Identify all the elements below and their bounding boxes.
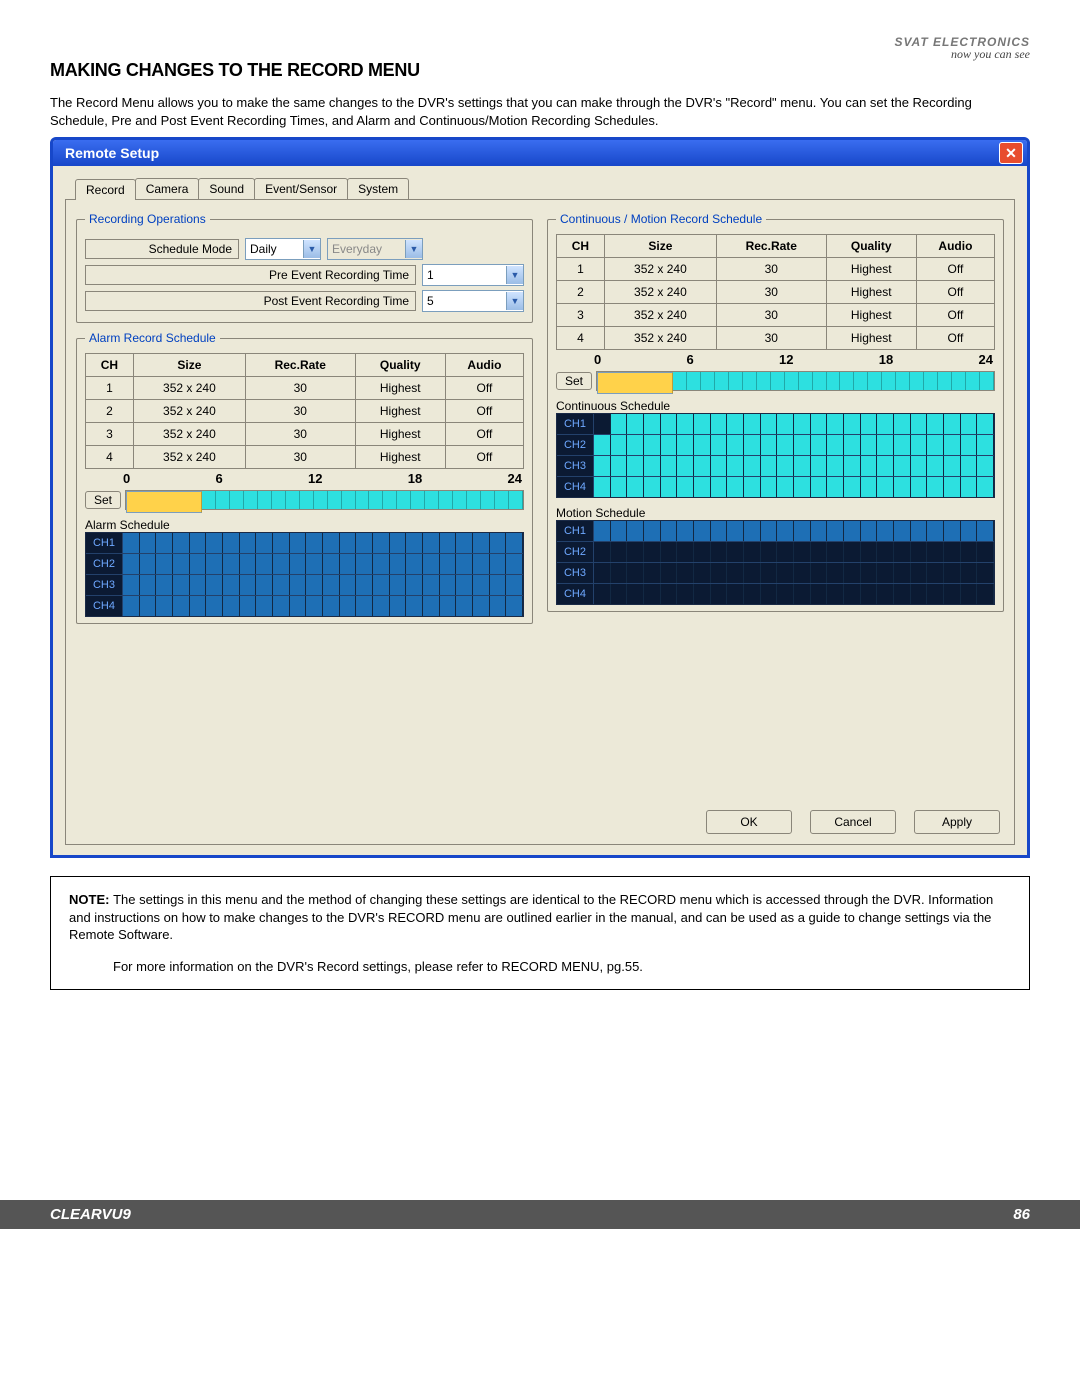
channel-label: CH2 [557,435,594,455]
table-row[interactable]: 2352 x 24030HighestOff [86,400,524,423]
alarm-table: CHSizeRec.RateQualityAudio1352 x 24030Hi… [85,353,524,469]
channel-label: CH4 [557,584,594,604]
note-p2: For more information on the DVR's Record… [113,958,1011,976]
alarm-schedule-legend: Alarm Record Schedule [85,331,220,345]
channel-label: CH2 [86,554,123,574]
window-title: Remote Setup [57,145,159,161]
continuous-ticks: 06121824 [556,350,995,369]
continuous-set-bar[interactable] [596,371,995,391]
table-header: Size [133,354,245,377]
cancel-button[interactable]: Cancel [810,810,896,834]
table-header: CH [86,354,134,377]
continuous-schedule-grid[interactable]: CH1CH2CH3CH4 [556,413,995,498]
tab-panel: Recording Operations Schedule Mode Daily… [65,199,1015,845]
table-row[interactable]: 1352 x 24030HighestOff [86,377,524,400]
table-header: Rec.Rate [245,354,355,377]
note-p1: The settings in this menu and the method… [69,892,993,942]
table-header: Quality [355,354,445,377]
tab-system[interactable]: System [347,178,409,199]
intro-text: The Record Menu allows you to make the s… [50,94,1030,129]
alarm-set-bar[interactable] [125,490,524,510]
motion-schedule-sublabel: Motion Schedule [556,506,995,520]
post-event-label: Post Event Recording Time [85,291,416,311]
table-header: Size [604,235,716,258]
alarm-set-button[interactable]: Set [85,491,121,509]
tab-camera[interactable]: Camera [135,178,200,199]
channel-label: CH4 [557,477,594,497]
motion-schedule-grid[interactable]: CH1CH2CH3CH4 [556,520,995,605]
chevron-down-icon: ▼ [405,240,422,258]
table-row[interactable]: 3352 x 24030HighestOff [557,304,995,327]
channel-label: CH1 [86,533,123,553]
continuous-schedule-sublabel: Continuous Schedule [556,399,995,413]
alarm-ticks: 06121824 [85,469,524,488]
table-row[interactable]: 4352 x 24030HighestOff [557,327,995,350]
brand-block: SVAT ELECTRONICS now you can see [894,35,1030,62]
post-event-select[interactable]: 5▼ [422,290,524,312]
schedule-mode-select[interactable]: Daily▼ [245,238,321,260]
table-row[interactable]: 4352 x 24030HighestOff [86,446,524,469]
channel-label: CH4 [86,596,123,616]
channel-label: CH3 [557,456,594,476]
channel-label: CH3 [86,575,123,595]
footer-left: CLEARVU9 [50,1206,131,1223]
close-button[interactable]: ✕ [999,142,1023,164]
alarm-schedule-sublabel: Alarm Schedule [85,518,524,532]
close-icon: ✕ [1005,145,1017,162]
brand-line2: now you can see [894,47,1030,62]
alarm-schedule-grid[interactable]: CH1CH2CH3CH4 [85,532,524,617]
table-row[interactable]: 2352 x 24030HighestOff [557,281,995,304]
apply-button[interactable]: Apply [914,810,1000,834]
table-row[interactable]: 3352 x 24030HighestOff [86,423,524,446]
continuous-table: CHSizeRec.RateQualityAudio1352 x 24030Hi… [556,234,995,350]
ok-button[interactable]: OK [706,810,792,834]
recording-operations-group: Recording Operations Schedule Mode Daily… [76,212,533,323]
chevron-down-icon: ▼ [506,292,523,310]
pre-event-label: Pre Event Recording Time [85,265,416,285]
tabstrip: RecordCameraSoundEvent/SensorSystem [75,178,1015,199]
continuous-motion-group: Continuous / Motion Record Schedule CHSi… [547,212,1004,612]
note-label: NOTE: [69,892,109,907]
note-box: NOTE: The settings in this menu and the … [50,876,1030,990]
table-row[interactable]: 1352 x 24030HighestOff [557,258,995,281]
channel-label: CH3 [557,563,594,583]
channel-label: CH2 [557,542,594,562]
tab-record[interactable]: Record [75,179,136,200]
chevron-down-icon: ▼ [303,240,320,258]
chevron-down-icon: ▼ [506,266,523,284]
footer-right: 86 [1013,1206,1030,1223]
titlebar: Remote Setup ✕ [53,140,1027,166]
channel-label: CH1 [557,414,594,434]
tab-event-sensor[interactable]: Event/Sensor [254,178,348,199]
table-header: CH [557,235,605,258]
channel-label: CH1 [557,521,594,541]
table-header: Rec.Rate [716,235,826,258]
recording-operations-legend: Recording Operations [85,212,210,226]
tab-sound[interactable]: Sound [198,178,255,199]
schedule-mode-label: Schedule Mode [85,239,239,259]
continuous-motion-legend: Continuous / Motion Record Schedule [556,212,766,226]
table-header: Quality [826,235,916,258]
schedule-mode-sub-select: Everyday▼ [327,238,423,260]
remote-setup-window: Remote Setup ✕ RecordCameraSoundEvent/Se… [50,137,1030,858]
continuous-set-button[interactable]: Set [556,372,592,390]
table-header: Audio [445,354,523,377]
table-header: Audio [916,235,994,258]
page-footer: CLEARVU9 86 [0,1200,1080,1229]
alarm-record-schedule-group: Alarm Record Schedule CHSizeRec.RateQual… [76,331,533,624]
pre-event-select[interactable]: 1▼ [422,264,524,286]
section-heading: MAKING CHANGES TO THE RECORD MENU [50,60,1030,81]
